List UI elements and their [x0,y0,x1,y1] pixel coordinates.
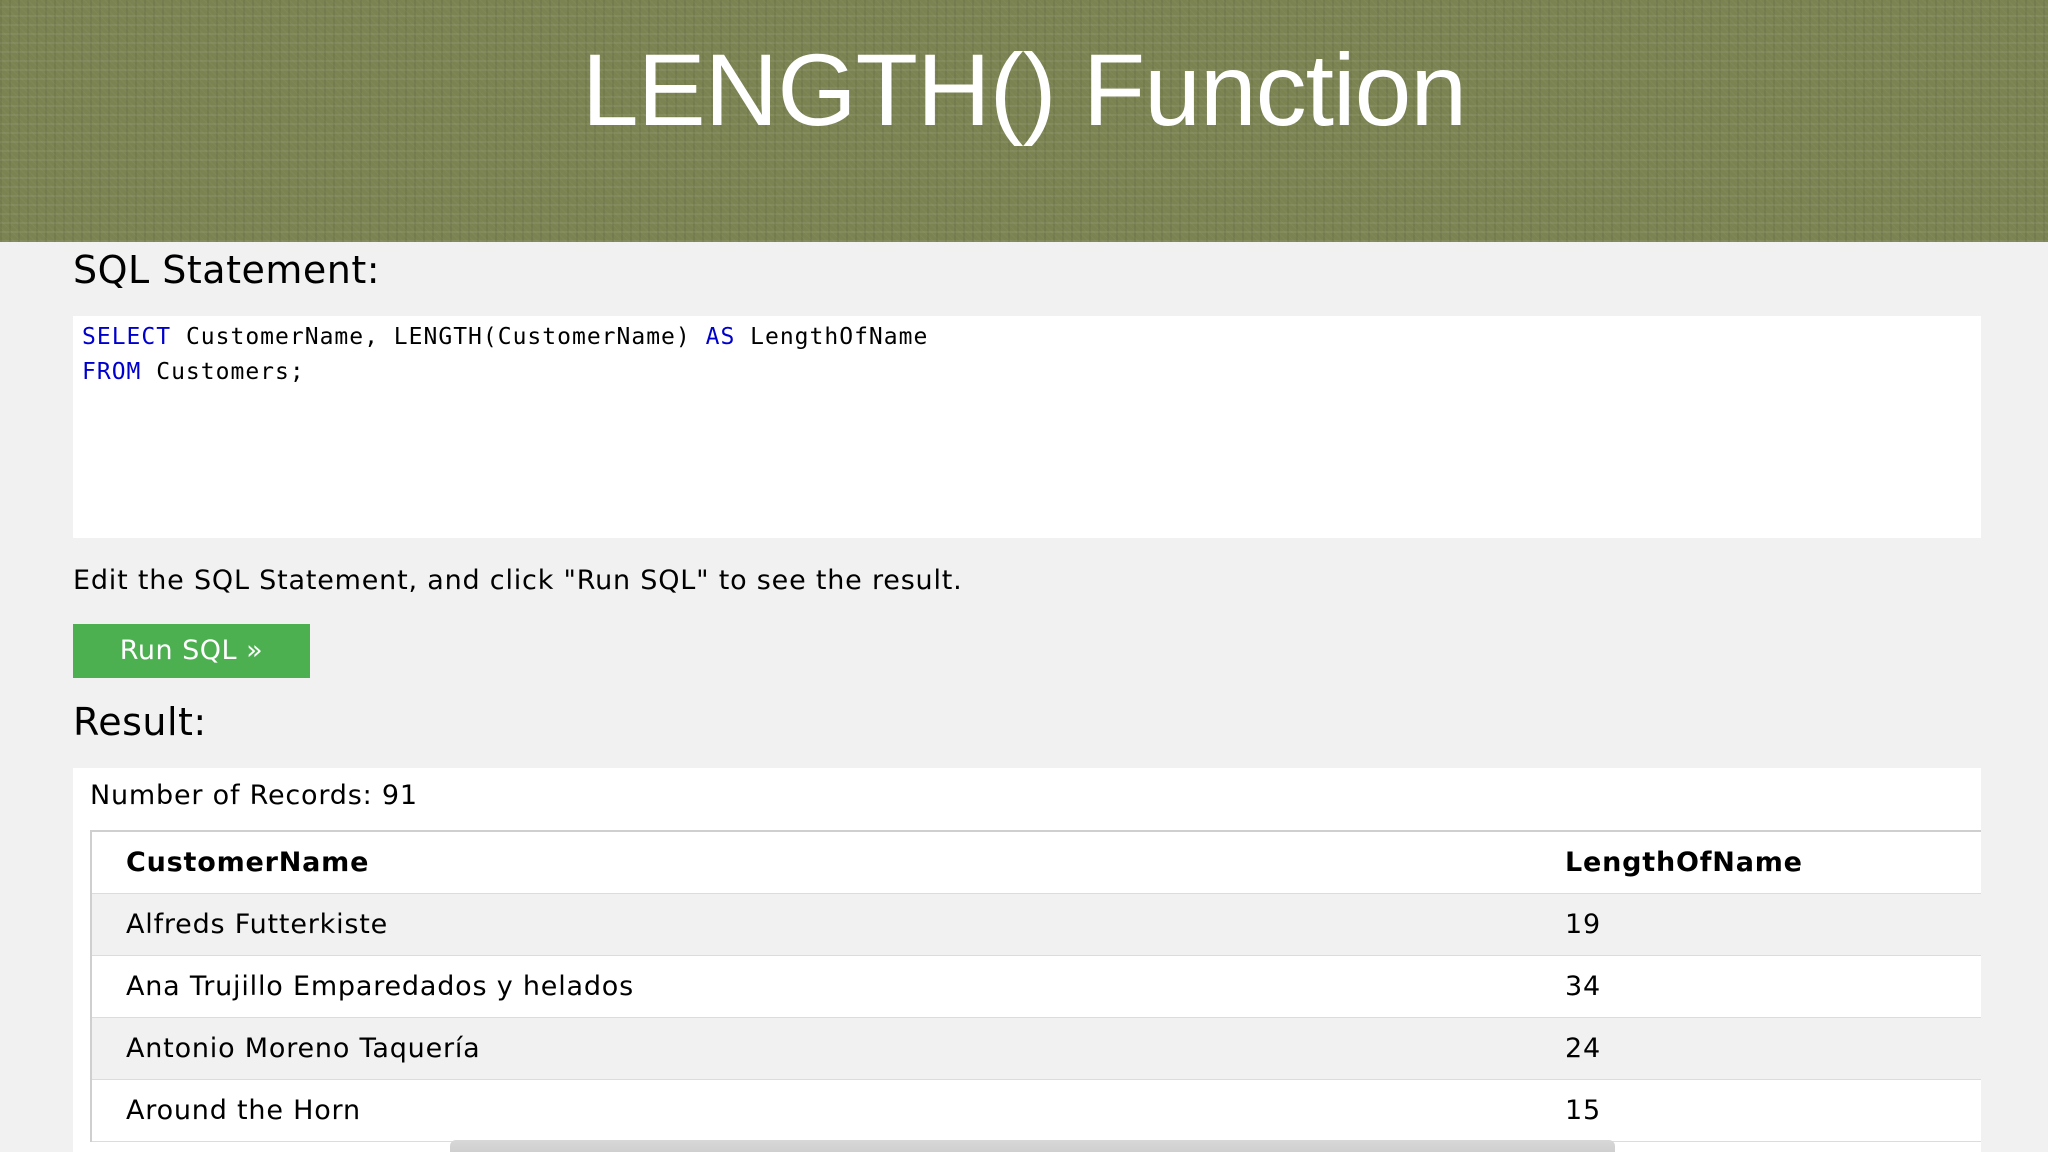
sql-statement-heading: SQL Statement: [73,248,381,292]
result-panel: Number of Records: 91 CustomerName Lengt… [73,768,1981,1152]
sql-editor[interactable]: SELECT CustomerName, LENGTH(CustomerName… [73,316,1981,538]
keyword-as: AS [705,324,736,350]
sql-tryit-panel: SQL Statement: SELECT CustomerName, LENG… [0,242,2048,1152]
code-line-1: SELECT CustomerName, LENGTH(CustomerName… [82,324,928,350]
table-row: Ana Trujillo Emparedados y helados 34 [91,955,1981,1018]
keyword-from: FROM [82,359,142,385]
code-text: CustomerName, LENGTH(CustomerName) [171,324,706,350]
table-cell: Alfreds Futterkiste [91,893,1531,956]
table-row: Antonio Moreno Taquería 24 [91,1017,1981,1080]
code-line-2: FROM Customers; [82,359,305,385]
table-cell: 19 [1531,893,1981,956]
table-row: Alfreds Futterkiste 19 [91,893,1981,956]
table-cell: Ana Trujillo Emparedados y helados [91,955,1531,1018]
column-header: LengthOfName [1531,831,1981,894]
table-cell: 15 [1531,1079,1981,1142]
code-text: LengthOfName [735,324,929,350]
table-cell: 34 [1531,955,1981,1018]
slide-title: LENGTH() Function [581,33,1467,147]
code-text: Customers; [141,359,305,385]
bottom-scroll-shadow [450,1140,1615,1152]
column-header: CustomerName [91,831,1531,894]
run-sql-button[interactable]: Run SQL » [73,624,310,678]
table-row: Around the Horn 15 [91,1079,1981,1142]
result-heading: Result: [73,700,207,744]
result-table: CustomerName LengthOfName Alfreds Futter… [90,830,1981,1142]
keyword-select: SELECT [82,324,172,350]
instruction-text: Edit the SQL Statement, and click "Run S… [73,565,963,596]
table-cell: Antonio Moreno Taquería [91,1017,1531,1080]
table-cell: Around the Horn [91,1079,1531,1142]
record-count: Number of Records: 91 [90,780,418,811]
title-banner: LENGTH() Function [0,0,2048,242]
table-header-row: CustomerName LengthOfName [91,831,1981,894]
table-cell: 24 [1531,1017,1981,1080]
